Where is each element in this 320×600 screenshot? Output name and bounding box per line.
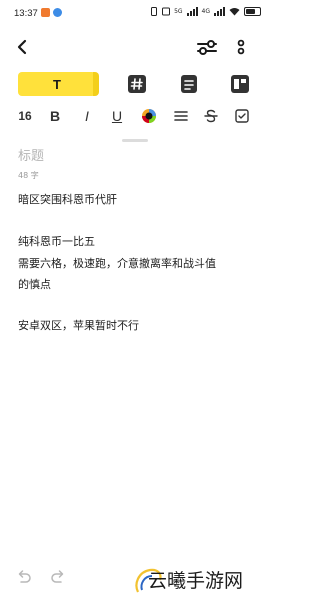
text-color-button[interactable] [140,106,158,126]
network-label-1: 5G [174,8,183,15]
note-title-field[interactable]: 标题 [18,145,44,164]
sliders-icon [197,40,217,55]
note-line-3[interactable]: 需要六格，极速跑，介意撤离率和战斗值 [18,255,216,273]
align-button[interactable] [172,106,190,126]
note-line-5[interactable]: 安卓双区，苹果暂时不行 [18,317,139,335]
notification-badge-icon [162,7,171,16]
format-toolbar: 16 B I U [0,104,269,128]
network-label-2: 4G [201,8,210,15]
list-document-icon [181,75,197,93]
notification-icon-blue [53,8,62,17]
status-indicators: 5G 4G [150,7,261,16]
notification-icon-orange [41,8,50,17]
battery-icon [244,7,261,16]
more-vertical-icon [237,39,245,55]
char-count: 48 字 [18,171,39,180]
checkbox-icon [235,109,249,123]
layout-icon [231,75,249,93]
toolbar-collapse-handle[interactable] [122,139,148,142]
format-tabs: T [0,72,269,98]
note-topbar [0,32,269,64]
watermark-text: 云曦手游网 [148,570,244,592]
chevron-left-icon [17,39,27,55]
undo-icon [18,570,31,583]
bold-label: B [49,108,61,124]
color-palette-icon [142,109,156,123]
checklist-button[interactable] [233,106,251,126]
more-button[interactable] [232,36,250,58]
tab-text-label: T [53,76,61,92]
strikethrough-icon [204,109,218,123]
bottom-bar: 云曦手游网 [0,560,269,600]
status-bar: 13:37 5G 4G [0,0,269,26]
signal-icon-1 [186,7,198,16]
note-settings-button[interactable] [195,36,219,58]
wifi-icon [229,8,240,16]
signal-icon-2 [214,7,225,16]
align-justify-icon [174,111,188,121]
tab-list[interactable] [178,72,200,96]
bold-button[interactable]: B [47,106,63,126]
watermark: 云曦手游网 [132,564,266,598]
redo-button[interactable] [50,568,66,584]
font-size-label: 16 [18,109,32,123]
redo-icon [51,570,64,583]
note-line-1[interactable]: 暗区突围科恩币代肝 [18,191,117,209]
italic-button[interactable]: I [79,106,95,126]
underline-label: U [111,108,123,124]
note-line-2[interactable]: 纯科恩币一比五 [18,233,95,251]
vibrate-icon [151,7,158,16]
tab-text-style[interactable]: T [18,72,99,96]
back-button[interactable] [12,36,34,58]
undo-button[interactable] [16,568,32,584]
note-line-4[interactable]: 的慎点 [18,276,51,294]
hashtag-icon [128,75,146,93]
tab-layout[interactable] [229,72,251,96]
status-time: 13:37 [14,8,38,19]
underline-button[interactable]: U [109,106,125,126]
tab-tags[interactable] [126,72,148,96]
italic-label: I [85,108,89,124]
font-size-button[interactable]: 16 [15,106,35,126]
strikethrough-button[interactable] [202,106,220,126]
